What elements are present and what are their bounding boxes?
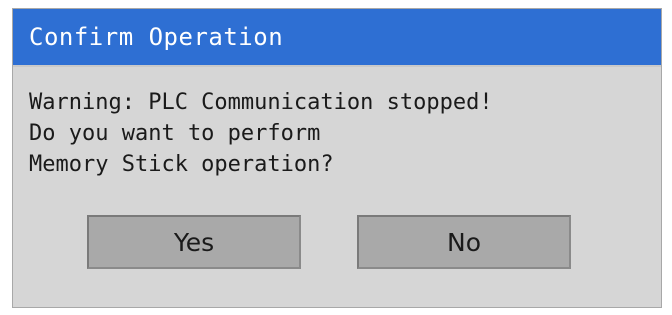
message-line-warning: Warning: PLC Communication stopped! xyxy=(29,90,493,115)
yes-button[interactable]: Yes xyxy=(87,215,301,269)
dialog-titlebar: Confirm Operation xyxy=(13,9,661,67)
message-line-question: Do you want to perform xyxy=(29,121,321,146)
message-line-operation: Memory Stick operation? xyxy=(29,152,334,177)
screen-background: Confirm Operation Warning: PLC Communica… xyxy=(0,0,672,315)
dialog-title: Confirm Operation xyxy=(29,23,284,51)
dialog-message: Warning: PLC Communication stopped! Do y… xyxy=(29,87,493,180)
confirm-dialog: Confirm Operation Warning: PLC Communica… xyxy=(12,8,662,308)
no-button[interactable]: No xyxy=(357,215,571,269)
